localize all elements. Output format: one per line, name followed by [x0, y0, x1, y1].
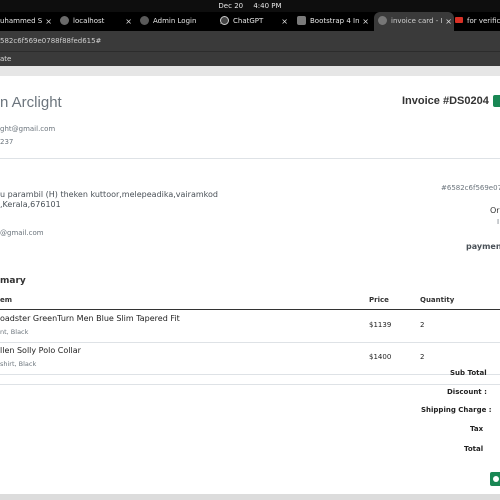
header-price: Price: [369, 296, 389, 304]
divider: [0, 158, 500, 159]
browser-tab[interactable]: Admin Login ×: [140, 12, 228, 31]
os-top-bar: Dec 20 4:40 PM: [0, 0, 500, 12]
tab-title: for verificat: [467, 17, 500, 25]
bookmark-item[interactable]: ate: [0, 55, 11, 63]
product-meta: nt, Black: [0, 328, 29, 336]
os-date: Dec 20: [218, 2, 244, 10]
table-row: llen Solly Polo Collar shirt, Black $140…: [0, 342, 500, 374]
url-text: 582c6f569e0788f88fed615#: [0, 37, 102, 45]
header-item: em: [0, 296, 13, 304]
order-label: Or: [490, 206, 500, 215]
bootstrap-icon: [297, 15, 306, 25]
bookmarks-bar: ate: [0, 51, 500, 66]
page-footer-strip: [0, 494, 500, 500]
summary-title: mary: [0, 276, 26, 286]
subtotal-label: Sub Total: [450, 369, 487, 377]
company-phone: 237: [0, 138, 14, 146]
page-icon: [60, 15, 69, 25]
product-price: $1400: [369, 353, 392, 361]
close-icon[interactable]: ×: [445, 12, 452, 31]
customer-address-line2: ,Kerala,676101: [0, 200, 61, 209]
browser-tab-active[interactable]: invoice card - I ×: [374, 12, 454, 31]
tab-title: uhammed S: [0, 17, 43, 25]
close-icon[interactable]: ×: [125, 12, 132, 31]
globe-icon: [378, 15, 387, 25]
product-meta: shirt, Black: [0, 360, 37, 368]
header-quantity: Quantity: [420, 296, 455, 304]
product-name: llen Solly Polo Collar: [0, 346, 81, 355]
customer-email: @gmail.com: [0, 229, 44, 237]
tab-title: localhost: [73, 17, 105, 25]
order-meta: I: [497, 218, 500, 226]
download-button[interactable]: [490, 472, 500, 486]
download-icon: [493, 476, 499, 482]
company-name: n Arclight: [0, 94, 62, 111]
close-icon[interactable]: ×: [281, 12, 288, 31]
os-time: 4:40 PM: [253, 2, 282, 10]
browser-tab[interactable]: localhost ×: [60, 12, 134, 31]
tab-title: Admin Login: [153, 17, 197, 25]
discount-label: Discount :: [447, 388, 487, 396]
invoice-card: n Arclight ght@gmail.com 237 Invoice #DS…: [0, 76, 500, 494]
order-id: #6582c6f569e07: [441, 184, 500, 192]
browser-window: Dec 20 4:40 PM uhammed S × localhost × A…: [0, 0, 500, 500]
row-divider: [0, 374, 500, 375]
product-qty: 2: [420, 353, 425, 361]
tab-title: Bootstrap 4 In: [310, 17, 360, 25]
total-label: Total: [464, 445, 484, 453]
shipping-label: Shipping Charge :: [421, 406, 492, 414]
browser-tab[interactable]: uhammed S ×: [0, 12, 54, 31]
payment-label: paymen: [466, 242, 500, 251]
page-content: n Arclight ght@gmail.com 237 Invoice #DS…: [0, 66, 500, 500]
chatgpt-icon: [220, 15, 229, 25]
product-price: $1139: [369, 321, 392, 329]
table-header: em Price Quantity: [0, 294, 500, 310]
row-divider: [0, 384, 500, 385]
company-email: ght@gmail.com: [0, 125, 56, 133]
invoice-number: Invoice #DS0204: [402, 95, 489, 107]
browser-tab[interactable]: Bootstrap 4 In ×: [297, 12, 371, 31]
close-icon[interactable]: ×: [45, 12, 52, 31]
close-icon[interactable]: ×: [362, 12, 369, 31]
product-qty: 2: [420, 321, 425, 329]
gmail-icon: [455, 17, 463, 23]
customer-address-line1: u parambil (H) theken kuttoor,melepeadik…: [0, 190, 218, 199]
table-row: oadster GreenTurn Men Blue Slim Tapered …: [0, 310, 500, 342]
product-name: oadster GreenTurn Men Blue Slim Tapered …: [0, 314, 180, 323]
browser-tab[interactable]: for verificat: [455, 12, 500, 31]
globe-icon: [140, 15, 149, 25]
print-button[interactable]: [493, 95, 500, 107]
tax-label: Tax: [470, 425, 484, 433]
tab-title: invoice card - I: [391, 17, 443, 25]
tab-title: ChatGPT: [233, 17, 264, 25]
browser-tab[interactable]: ChatGPT ×: [220, 12, 290, 31]
tab-bar: uhammed S × localhost × Admin Login × Ch…: [0, 12, 500, 31]
address-bar[interactable]: 582c6f569e0788f88fed615#: [0, 31, 500, 51]
